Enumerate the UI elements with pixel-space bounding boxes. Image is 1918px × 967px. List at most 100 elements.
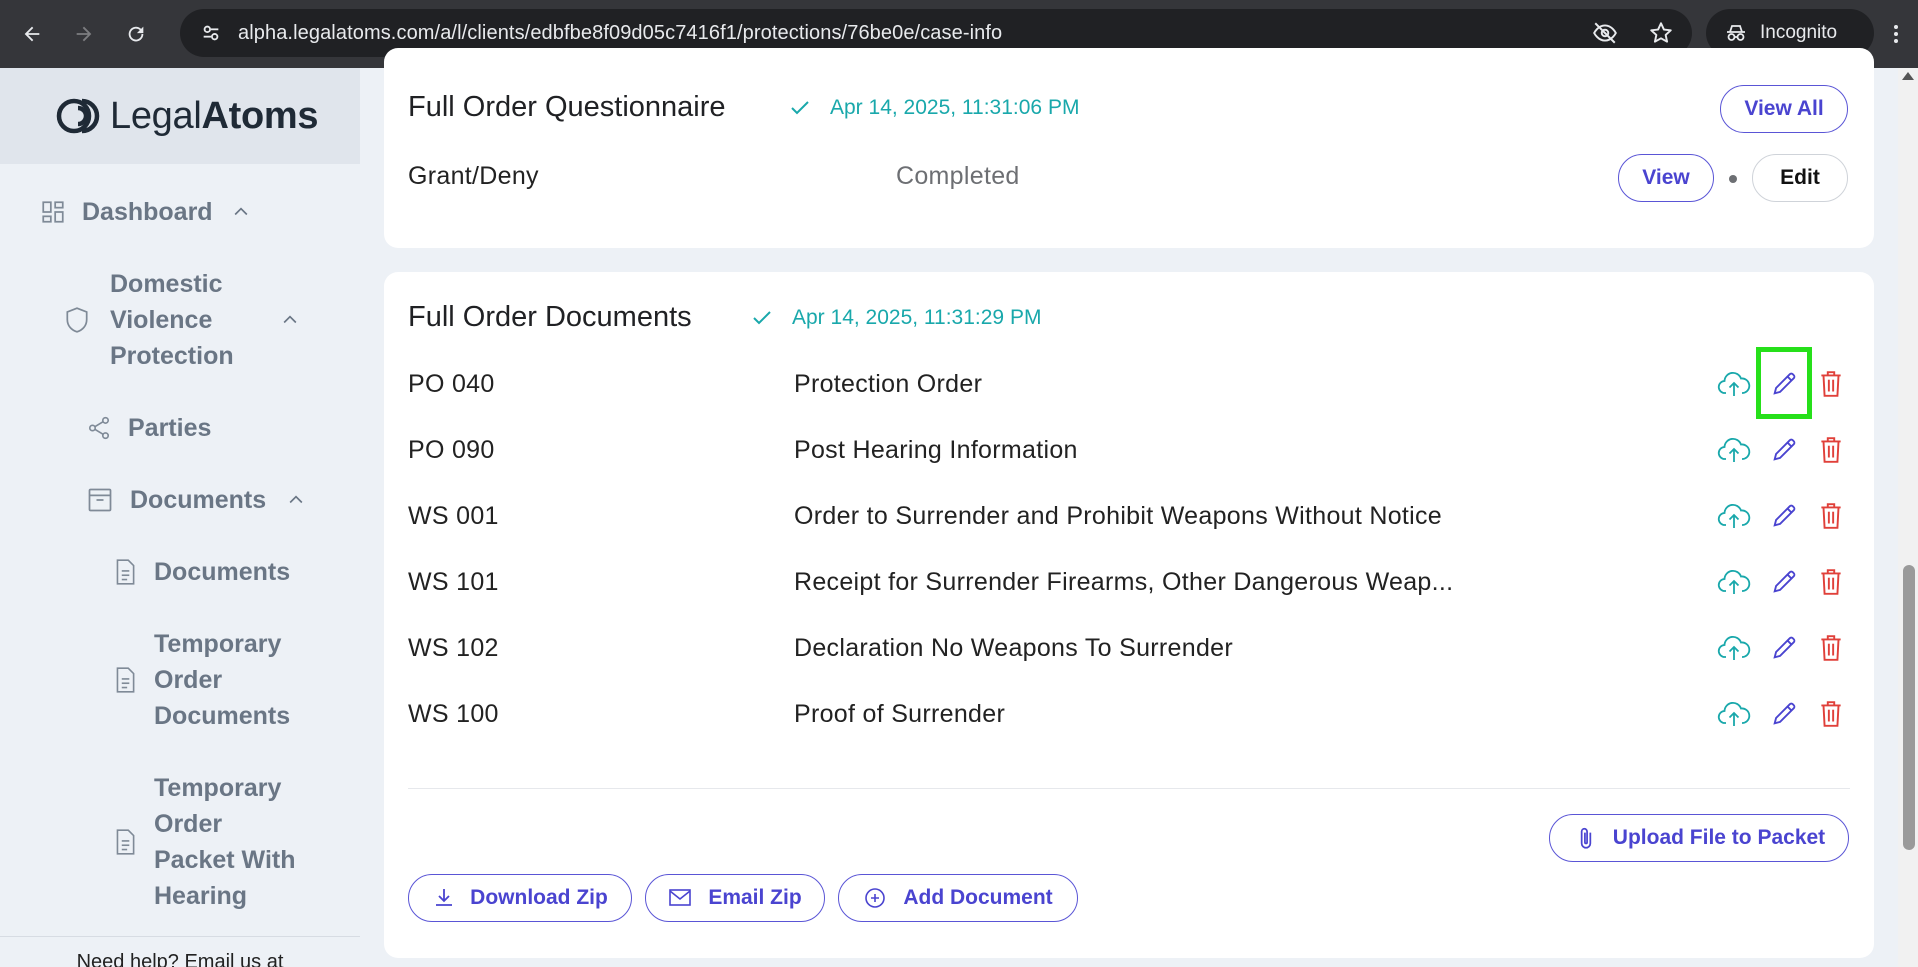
upload-document-button[interactable] (1714, 364, 1754, 404)
edit-document-button[interactable] (1764, 430, 1804, 470)
view-button[interactable]: View (1618, 154, 1714, 202)
help-text: Need help? Email us at (0, 936, 360, 967)
forward-button[interactable] (64, 14, 104, 54)
trash-icon (1818, 633, 1844, 663)
sidebar-item-temporary-order-packet[interactable]: Temporary Order Packet With Hearing (112, 770, 295, 914)
sidebar-item-domestic-violence-protection[interactable]: Domestic Violence Protection (64, 266, 300, 374)
mail-icon (669, 889, 692, 906)
delete-document-button[interactable] (1811, 628, 1851, 668)
edit-document-button[interactable] (1764, 694, 1804, 734)
trash-icon (1818, 501, 1844, 531)
delete-document-button[interactable] (1811, 364, 1851, 404)
sidebar-item-label-line: Violence (110, 306, 213, 334)
url-text[interactable]: alpha.legalatoms.com/a/l/clients/edbfbe8… (238, 22, 1002, 45)
document-name: Receipt for Surrender Firearms, Other Da… (794, 568, 1454, 596)
documents-timestamp: Apr 14, 2025, 11:31:29 PM (750, 306, 1041, 330)
upload-document-button[interactable] (1714, 430, 1754, 470)
download-icon (436, 889, 453, 906)
document-code: WS 101 (408, 568, 499, 596)
document-name: Proof of Surrender (794, 700, 1006, 728)
eye-off-icon[interactable] (1592, 20, 1618, 46)
reload-button[interactable] (116, 14, 156, 54)
chevron-up-icon[interactable] (286, 490, 306, 510)
sidebar-item-temporary-order-documents[interactable]: Temporary Order Documents (112, 626, 290, 734)
sidebar-item-label-line: Temporary (154, 774, 282, 802)
check-icon (791, 101, 809, 115)
plus-circle-icon (865, 888, 886, 908)
chevron-up-icon[interactable] (280, 310, 300, 330)
delete-document-button[interactable] (1811, 496, 1851, 536)
share-icon (88, 416, 110, 440)
sidebar-item-dashboard[interactable]: Dashboard (40, 194, 251, 230)
upload-document-button[interactable] (1714, 628, 1754, 668)
trash-icon (1818, 699, 1844, 729)
sidebar-item-label-line: Order (154, 666, 223, 694)
upload-document-button[interactable] (1714, 496, 1754, 536)
sidebar-item-parties[interactable]: Parties (86, 410, 211, 446)
sidebar-item-label: Parties (128, 414, 212, 442)
scroll-up-arrow[interactable] (1902, 72, 1914, 80)
questionnaire-timestamp: Apr 14, 2025, 11:31:06 PM (788, 96, 1079, 120)
edit-button[interactable]: Edit (1752, 154, 1848, 202)
add-document-button[interactable]: Add Document (838, 874, 1078, 922)
document-code: WS 102 (408, 634, 499, 662)
cloud-upload-icon (1717, 633, 1751, 663)
logo-text-bold: Atoms (201, 94, 319, 137)
site-settings-icon[interactable] (198, 20, 224, 46)
document-name: Declaration No Weapons To Surrender (794, 634, 1233, 662)
document-code: WS 001 (408, 502, 499, 530)
star-icon[interactable] (1648, 20, 1674, 46)
upload-document-button[interactable] (1714, 562, 1754, 602)
arrow-left-icon (24, 26, 40, 42)
upload-file-button[interactable]: Upload File to Packet (1549, 814, 1849, 862)
upload-document-button[interactable] (1714, 694, 1754, 734)
upload-label: Upload File to Packet (1612, 826, 1826, 849)
edit-document-button[interactable] (1764, 628, 1804, 668)
timestamp-text: Apr 14, 2025, 11:31:29 PM (792, 306, 1042, 329)
shield-icon (66, 307, 88, 333)
trash-icon (1818, 369, 1844, 399)
sidebar-item-documents[interactable]: Documents (112, 554, 290, 590)
logo[interactable]: LegalAtoms (0, 68, 360, 164)
delete-document-button[interactable] (1811, 562, 1851, 602)
back-button[interactable] (12, 14, 52, 54)
document-name: Order to Surrender and Prohibit Weapons … (794, 502, 1442, 530)
sidebar-item-label: Documents (154, 558, 291, 586)
sidebar-item-label-line: Hearing (154, 882, 248, 910)
logo-text-light: Legal (110, 94, 202, 137)
scrollbar-thumb[interactable] (1903, 565, 1915, 850)
sidebar-item-label: Dashboard (82, 198, 213, 226)
sidebar-item-documents-group[interactable]: Documents (86, 482, 306, 518)
file-icon (116, 667, 135, 693)
divider (408, 788, 1850, 789)
cloud-upload-icon (1717, 435, 1751, 465)
file-icon (116, 829, 135, 855)
arrow-right-icon (76, 26, 92, 42)
dashboard-icon (42, 201, 64, 223)
edit-document-button[interactable] (1764, 496, 1804, 536)
delete-document-button[interactable] (1811, 694, 1851, 734)
questionnaire-row-status: Completed (896, 162, 1020, 190)
sidebar-item-label-line: Protection (110, 342, 234, 370)
sidebar-item-label-line: Documents (154, 702, 291, 730)
delete-document-button[interactable] (1811, 430, 1851, 470)
sidebar-item-label: Documents (130, 486, 267, 514)
questionnaire-row-name: Grant/Deny (408, 162, 539, 190)
pencil-icon (1770, 568, 1798, 596)
chevron-up-icon[interactable] (231, 202, 251, 222)
email-zip-button[interactable]: Email Zip (645, 874, 825, 922)
incognito-icon (1727, 25, 1745, 41)
trash-icon (1818, 435, 1844, 465)
more-vert-icon (1894, 25, 1898, 43)
document-code: PO 090 (408, 436, 495, 464)
separator-dot (1729, 175, 1737, 183)
view-all-button[interactable]: View All (1720, 85, 1848, 133)
browser-menu-button[interactable] (1876, 14, 1916, 54)
pencil-icon (1770, 436, 1798, 464)
download-zip-label: Download Zip (470, 886, 608, 909)
sidebar-item-label-line: Packet With (154, 846, 296, 874)
download-zip-button[interactable]: Download Zip (408, 874, 632, 922)
edit-document-button[interactable] (1764, 562, 1804, 602)
view-label: View (1642, 166, 1690, 189)
email-zip-label: Email Zip (708, 886, 802, 909)
